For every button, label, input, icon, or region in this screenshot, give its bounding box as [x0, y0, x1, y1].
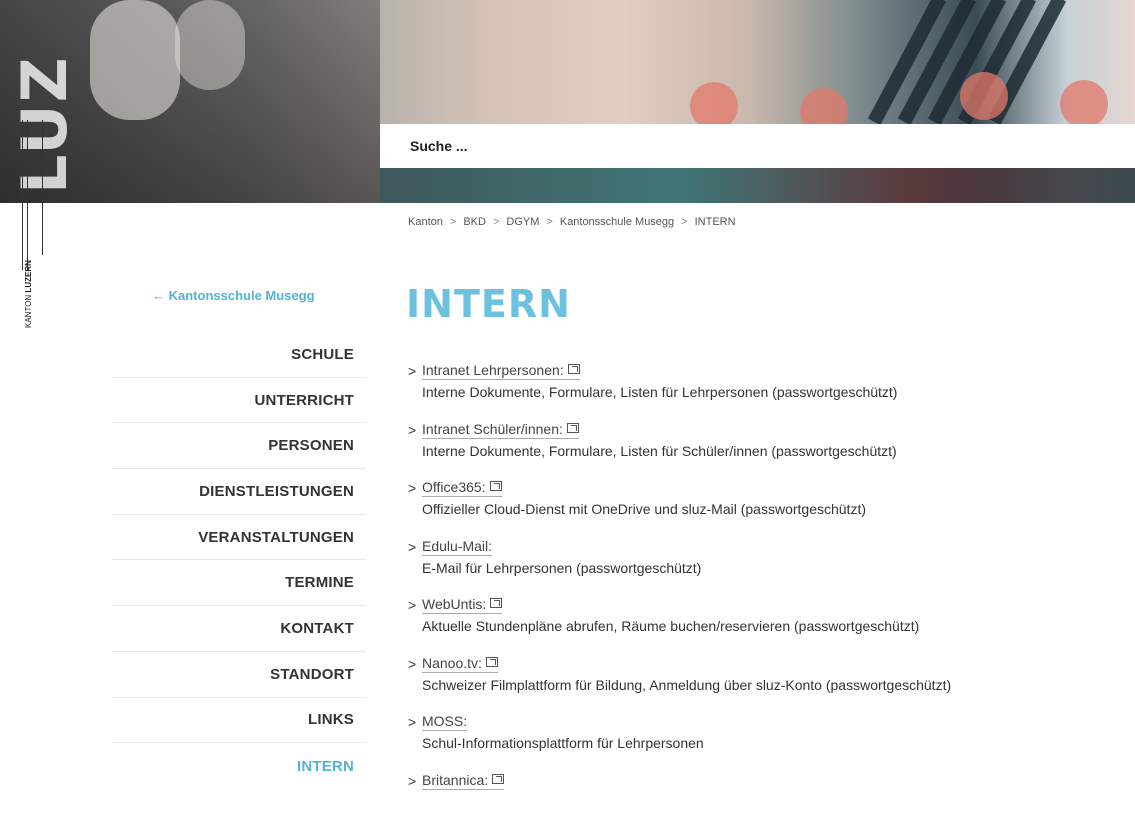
page-title: INTERN: [406, 282, 571, 326]
sidebar-link[interactable]: SCHULE: [291, 346, 354, 363]
chevron-right-icon: >: [408, 714, 416, 730]
chevron-right-icon: >: [408, 480, 416, 496]
search-input[interactable]: [408, 137, 1012, 155]
resource-description: Interne Dokumente, Formulare, Listen für…: [422, 443, 897, 459]
resource-link[interactable]: Nanoo.tv:: [422, 655, 498, 673]
logo-line-2: LUZERN: [24, 260, 33, 292]
sidebar-item-termine: TERMINE: [112, 560, 366, 606]
list-item: > WebUntis: Aktuelle Stundenpläne abrufe…: [408, 594, 1108, 653]
breadcrumb-item[interactable]: BKD: [463, 216, 486, 228]
resource-description: Offizieller Cloud-Dienst mit OneDrive un…: [422, 501, 866, 517]
sidebar-item-intern: INTERN: [112, 743, 366, 789]
breadcrumb-separator: >: [450, 216, 456, 228]
external-link-icon: [567, 423, 579, 433]
list-item: > Office365: Offizieller Cloud-Dienst mi…: [408, 477, 1108, 536]
search-bar: [380, 124, 1135, 168]
sidebar-link[interactable]: VERANSTALTUNGEN: [198, 529, 354, 546]
header-image-ball: [960, 72, 1008, 120]
logo-lines: [22, 120, 52, 275]
sidebar-link[interactable]: STANDORT: [270, 666, 354, 683]
resource-description: Schweizer Filmplattform für Bildung, Anm…: [422, 677, 951, 693]
resource-link[interactable]: Office365:: [422, 479, 502, 497]
sidebar-link-active[interactable]: INTERN: [297, 758, 354, 775]
back-link-kantonsschule[interactable]: ← Kantonsschule Musegg: [152, 288, 315, 303]
header-image-ball: [690, 82, 738, 130]
sidebar-link[interactable]: KONTAKT: [280, 620, 354, 637]
sidebar-link[interactable]: UNTERRICHT: [255, 392, 355, 409]
external-link-icon: [492, 774, 504, 784]
breadcrumb-current[interactable]: INTERN: [695, 216, 736, 228]
sidebar-item-dienstleistungen: DIENSTLEISTUNGEN: [112, 469, 366, 515]
resource-link-label: Office365:: [422, 479, 486, 495]
sidebar-link[interactable]: DIENSTLEISTUNGEN: [199, 483, 354, 500]
chevron-right-icon: >: [408, 597, 416, 613]
list-item: > Nanoo.tv: Schweizer Filmplattform für …: [408, 653, 1108, 712]
breadcrumb: Kanton > BKD > DGYM > Kantonsschule Musegg > INT…: [408, 216, 736, 228]
sidebar-link[interactable]: LINKS: [308, 711, 354, 728]
breadcrumb-item[interactable]: DGYM: [506, 216, 539, 228]
sidebar-item-unterricht: UNTERRICHT: [112, 378, 366, 424]
list-item: > Edulu-Mail: E-Mail für Lehrpersonen (p…: [408, 536, 1108, 595]
sidebar-item-kontakt: KONTAKT: [112, 606, 366, 652]
sidebar-item-schule: SCHULE: [112, 332, 366, 378]
resource-description: Schul-Informationsplattform für Lehrpers…: [422, 735, 704, 751]
resource-link[interactable]: Intranet Lehrpersonen:: [422, 362, 580, 380]
resource-description: Interne Dokumente, Formulare, Listen für…: [422, 384, 897, 400]
kanton-luzern-logo[interactable]: KANTON LUZERN: [24, 258, 46, 328]
resource-link-label: WebUntis:: [422, 596, 486, 612]
chevron-right-icon: >: [408, 773, 416, 789]
header-image: LUZ: [0, 0, 1135, 203]
resource-description: E-Mail für Lehrpersonen (passwortgeschüt…: [422, 560, 701, 576]
header-image-band: [380, 168, 1135, 203]
resource-link-label: Edulu-Mail:: [422, 538, 492, 554]
sidebar-item-veranstaltungen: VERANSTALTUNGEN: [112, 515, 366, 561]
external-link-icon: [490, 598, 502, 608]
sidebar-link[interactable]: TERMINE: [285, 574, 354, 591]
resource-link-label: MOSS:: [422, 713, 467, 729]
breadcrumb-separator: >: [493, 216, 499, 228]
resource-link[interactable]: Edulu-Mail:: [422, 538, 492, 556]
chevron-right-icon: >: [408, 539, 416, 555]
sidebar-item-links: LINKS: [112, 698, 366, 744]
logo-line-1: KANTON: [24, 295, 33, 328]
breadcrumb-separator: >: [546, 216, 552, 228]
resource-link-label: Britannica:: [422, 772, 488, 788]
resource-link-label: Nanoo.tv:: [422, 655, 482, 671]
sidebar-item-standort: STANDORT: [112, 652, 366, 698]
breadcrumb-separator: >: [681, 216, 687, 228]
external-link-icon: [568, 364, 580, 374]
sidebar-item-personen: PERSONEN: [112, 423, 366, 469]
resource-link-label: Intranet Lehrpersonen:: [422, 362, 564, 378]
chevron-right-icon: >: [408, 422, 416, 438]
resource-link[interactable]: Intranet Schüler/innen:: [422, 421, 579, 439]
list-item: > Intranet Lehrpersonen: Interne Dokumen…: [408, 360, 1108, 419]
chevron-right-icon: >: [408, 656, 416, 672]
resource-link[interactable]: WebUntis:: [422, 596, 502, 614]
sidebar-link[interactable]: PERSONEN: [268, 437, 354, 454]
list-item: > MOSS: Schul-Informationsplattform für …: [408, 711, 1108, 770]
resource-link[interactable]: MOSS:: [422, 713, 467, 731]
list-item: > Britannica:: [408, 770, 1108, 828]
list-item: > Intranet Schüler/innen: Interne Dokume…: [408, 419, 1108, 478]
external-link-icon: [486, 657, 498, 667]
external-link-icon: [490, 481, 502, 491]
resource-description: Aktuelle Stundenpläne abrufen, Räume buc…: [422, 618, 919, 634]
header-image-hand-2: [175, 0, 245, 90]
resource-link-label: Intranet Schüler/innen:: [422, 421, 563, 437]
header-image-ball: [1060, 80, 1108, 128]
breadcrumb-item[interactable]: Kanton: [408, 216, 443, 228]
header-image-hand: [90, 0, 180, 120]
resource-link-list: > Intranet Lehrpersonen: Interne Dokumen…: [408, 360, 1108, 828]
breadcrumb-item[interactable]: Kantonsschule Musegg: [560, 216, 674, 228]
sidebar-nav: SCHULE UNTERRICHT PERSONEN DIENSTLEISTUN…: [112, 332, 366, 789]
chevron-right-icon: >: [408, 363, 416, 379]
